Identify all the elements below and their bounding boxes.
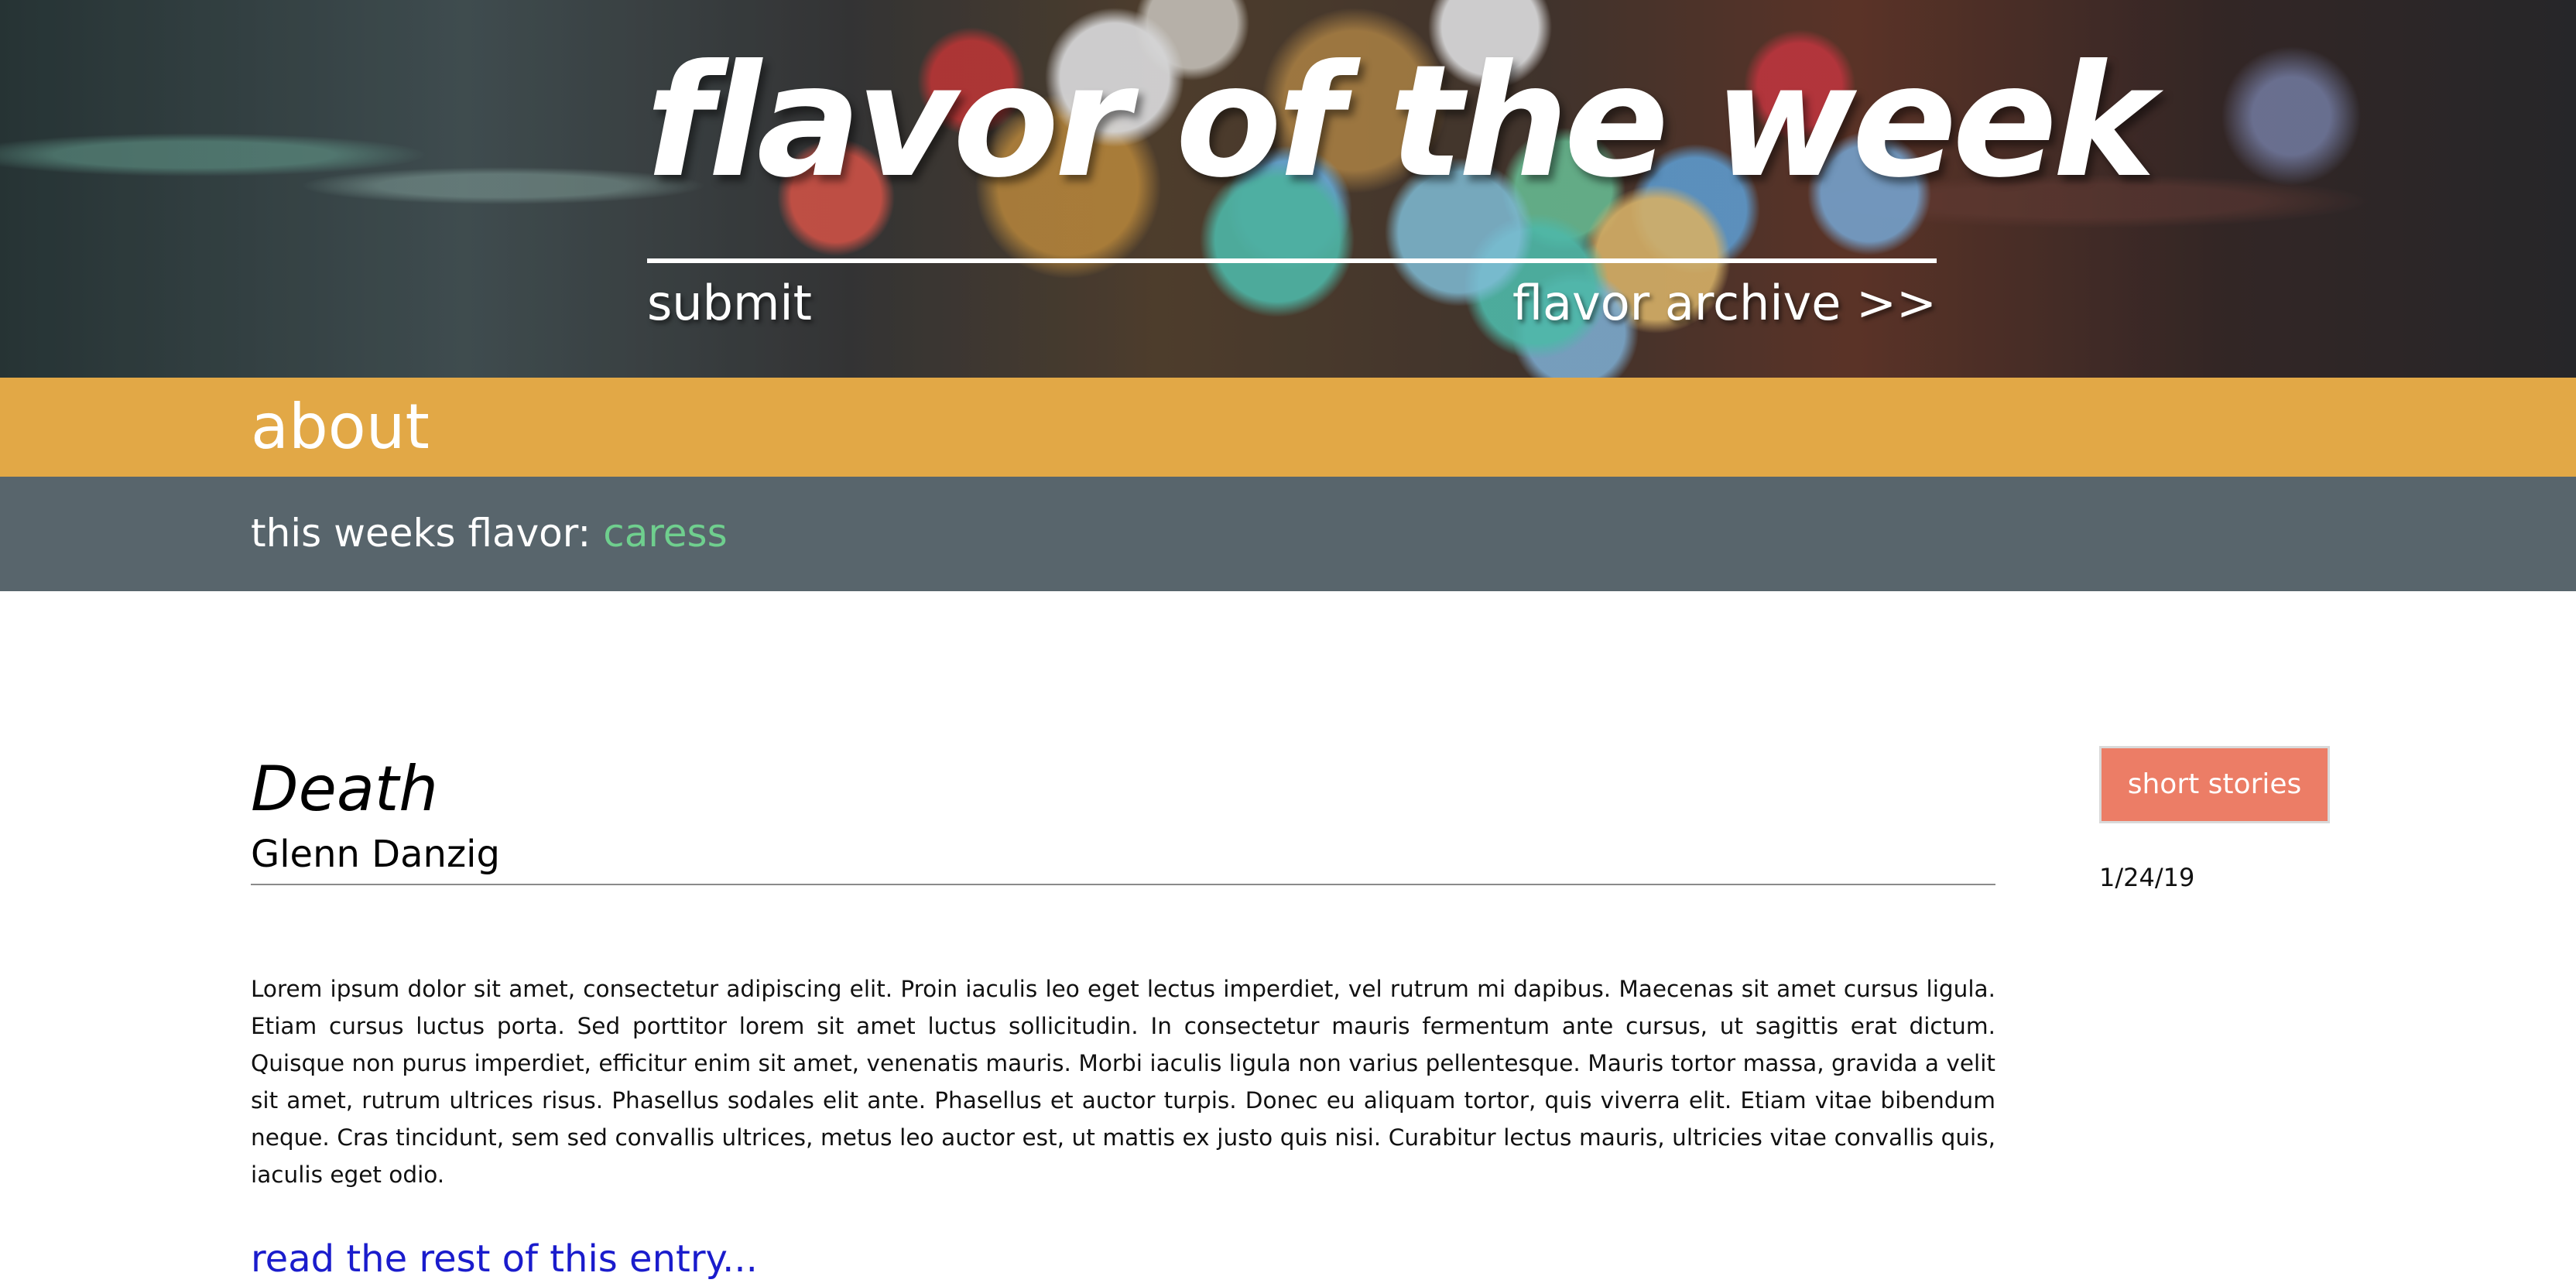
- flavor-line: this weeks flavor: caress: [251, 506, 728, 560]
- title-divider: [647, 258, 1937, 263]
- flavor-value-link[interactable]: caress: [603, 511, 727, 556]
- post-entry: Death Glenn Danzig Lorem ipsum dolor sit…: [251, 751, 1995, 1283]
- flavor-bar: this weeks flavor: caress: [0, 477, 2576, 591]
- nav-archive-link[interactable]: flavor archive >>: [1512, 271, 1937, 336]
- post-title[interactable]: Death: [251, 751, 1995, 828]
- about-link[interactable]: about: [251, 388, 430, 466]
- hero-banner: flavor of the week submit flavor archive…: [0, 0, 2576, 378]
- post-divider: [251, 884, 1995, 885]
- post-body: Lorem ipsum dolor sit amet, consectetur …: [251, 976, 1995, 1188]
- post-author: Glenn Danzig: [251, 833, 500, 876]
- nav-submit-link[interactable]: submit: [647, 271, 812, 336]
- post-date: 1/24/19: [2099, 863, 2195, 892]
- flavor-prefix: this weeks flavor:: [251, 511, 591, 556]
- category-button[interactable]: short stories: [2099, 746, 2330, 823]
- read-more-link[interactable]: read the rest of this entry...: [251, 1235, 758, 1283]
- about-bar: about: [0, 378, 2576, 477]
- site-title[interactable]: flavor of the week: [646, 37, 2156, 207]
